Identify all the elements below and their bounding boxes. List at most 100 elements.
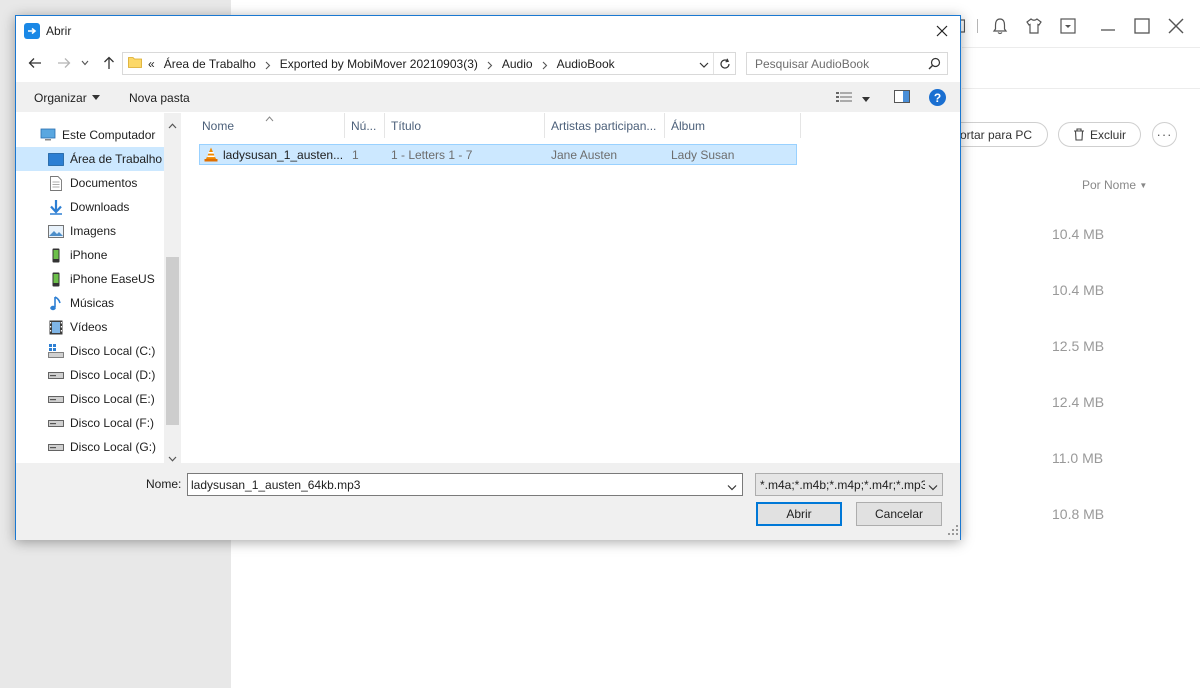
scrollbar-thumb[interactable]: [166, 257, 179, 425]
scroll-up-icon[interactable]: [168, 118, 177, 129]
address-bar[interactable]: « Área de Trabalho Exported by MobiMover…: [122, 52, 736, 75]
table-row[interactable]: ladysusan_1_austen... 1 1 - Letters 1 - …: [199, 144, 797, 165]
background-window-controls: [955, 14, 1200, 38]
nav-item-label: Disco Local (F:): [70, 416, 155, 430]
pictures-icon: [48, 223, 64, 239]
search-icon[interactable]: [928, 57, 941, 73]
drive-icon: [48, 415, 64, 431]
chevron-right-icon[interactable]: [487, 59, 493, 70]
column-header-number[interactable]: Nú...: [345, 113, 385, 138]
nav-item-drive-e[interactable]: Disco Local (E:): [16, 387, 164, 411]
nav-item-documents[interactable]: Documentos: [16, 171, 164, 195]
nav-item-iphone-easeus[interactable]: iPhone EaseUS: [16, 267, 164, 291]
maximize-icon[interactable]: [1132, 16, 1152, 36]
nav-item-drive-g[interactable]: Disco Local (G:): [16, 435, 164, 459]
nav-item-music[interactable]: Músicas: [16, 291, 164, 315]
navigation-bar: « Área de Trabalho Exported by MobiMover…: [16, 48, 960, 78]
nav-item-drive-f[interactable]: Disco Local (F:): [16, 411, 164, 435]
music-icon: [48, 295, 64, 311]
command-bar: Organizar Nova pasta ?: [16, 82, 960, 112]
file-name: ladysusan_1_austen...: [223, 148, 344, 162]
preview-pane-icon[interactable]: [894, 90, 910, 106]
more-options-label: ···: [1156, 127, 1173, 142]
drive-icon: [48, 439, 64, 455]
documents-icon: [48, 175, 64, 191]
column-artists-label: Artistas participan...: [551, 118, 657, 133]
nav-item-drive-d[interactable]: Disco Local (D:): [16, 363, 164, 387]
chevron-down-icon[interactable]: [727, 480, 737, 494]
filename-input[interactable]: ladysusan_1_austen_64kb.mp3: [187, 473, 743, 496]
up-arrow-icon[interactable]: [100, 54, 118, 72]
nav-item-iphone[interactable]: iPhone: [16, 243, 164, 267]
column-header-title[interactable]: Título: [385, 113, 545, 138]
file-size: 12.4 MB: [1052, 394, 1105, 410]
breadcrumb-exported-folder[interactable]: Exported by MobiMover 20210903(3): [280, 57, 478, 71]
filename-value: ladysusan_1_austen_64kb.mp3: [191, 477, 361, 492]
column-header-name[interactable]: Nome: [196, 113, 345, 138]
chevron-right-icon[interactable]: [542, 59, 548, 70]
new-folder-button[interactable]: Nova pasta: [129, 91, 190, 105]
nav-item-label: Disco Local (E:): [70, 392, 155, 406]
nav-item-drive-c[interactable]: Disco Local (C:): [16, 339, 164, 363]
open-file-dialog: Abrir « Área de Trabalho Exported by Mob…: [15, 15, 961, 540]
help-icon[interactable]: ?: [929, 89, 946, 106]
breadcrumb-overflow[interactable]: «: [148, 57, 155, 71]
details-view-icon[interactable]: [836, 91, 852, 106]
chevron-down-icon[interactable]: [925, 480, 938, 494]
resize-grip-icon[interactable]: [948, 524, 958, 538]
search-input[interactable]: Pesquisar AudioBook: [746, 52, 948, 75]
nav-item-label: Documentos: [70, 176, 138, 190]
refresh-icon[interactable]: [713, 53, 735, 74]
file-size: 11.0 MB: [1052, 450, 1104, 466]
downloads-icon: [48, 199, 64, 215]
nav-item-this-pc[interactable]: Este Computador: [16, 123, 164, 147]
dialog-title: Abrir: [46, 24, 72, 38]
open-button-label: Abrir: [786, 507, 812, 521]
cancel-button[interactable]: Cancelar: [856, 502, 942, 526]
delete-button[interactable]: Excluir: [1058, 122, 1141, 147]
toolbar-separator: [977, 19, 978, 33]
file-artists: Jane Austen: [551, 148, 618, 162]
column-name-label: Nome: [202, 118, 235, 133]
phone-icon: [48, 271, 64, 287]
nav-item-desktop[interactable]: Área de Trabalho: [16, 147, 164, 171]
shirt-icon[interactable]: [1024, 16, 1044, 36]
breadcrumb-desktop[interactable]: Área de Trabalho: [164, 57, 256, 71]
file-size: 10.4 MB: [1052, 226, 1105, 242]
file-number: 1: [352, 148, 359, 162]
chevron-right-icon[interactable]: [265, 59, 271, 70]
nav-item-label: Disco Local (D:): [70, 368, 156, 382]
system-drive-icon: [48, 343, 64, 359]
scroll-down-icon[interactable]: [168, 451, 177, 462]
close-app-icon[interactable]: [1166, 16, 1186, 36]
address-history-chevron-icon[interactable]: [699, 58, 709, 72]
recent-locations-chevron-icon[interactable]: [80, 54, 90, 72]
caret-down-icon: [91, 95, 100, 100]
view-options-caret-icon[interactable]: [862, 91, 870, 105]
column-header-artists[interactable]: Artistas participan...: [545, 113, 665, 138]
file-type-filter[interactable]: *.m4a;*.m4b;*.m4p;*.m4r;*.mp3: [755, 473, 943, 496]
minimize-icon[interactable]: [1098, 16, 1118, 36]
breadcrumb-audio[interactable]: Audio: [502, 57, 533, 71]
column-header-album[interactable]: Álbum: [665, 113, 801, 138]
close-icon[interactable]: [932, 21, 952, 41]
breadcrumb-audiobook[interactable]: AudioBook: [557, 57, 615, 71]
back-arrow-icon[interactable]: [26, 54, 44, 72]
nav-item-pictures[interactable]: Imagens: [16, 219, 164, 243]
nav-item-downloads[interactable]: Downloads: [16, 195, 164, 219]
nav-item-label: Imagens: [70, 224, 117, 238]
more-options-button[interactable]: ···: [1152, 122, 1177, 147]
bell-icon[interactable]: [990, 16, 1010, 36]
organize-menu[interactable]: Organizar: [34, 91, 100, 105]
dropdown-menu-icon[interactable]: [1058, 16, 1078, 36]
view-controls: [836, 90, 910, 106]
forward-arrow-icon[interactable]: [55, 54, 73, 72]
dialog-titlebar[interactable]: Abrir: [16, 16, 960, 46]
nav-item-videos[interactable]: Vídeos: [16, 315, 164, 339]
navigation-scrollbar[interactable]: [164, 113, 181, 463]
open-button[interactable]: Abrir: [756, 502, 842, 526]
drive-icon: [48, 391, 64, 407]
sort-dropdown[interactable]: Por Nome ▼: [1082, 178, 1147, 192]
nav-item-label: Área de Trabalho: [70, 152, 163, 166]
nav-item-label: Disco Local (G:): [70, 440, 157, 454]
